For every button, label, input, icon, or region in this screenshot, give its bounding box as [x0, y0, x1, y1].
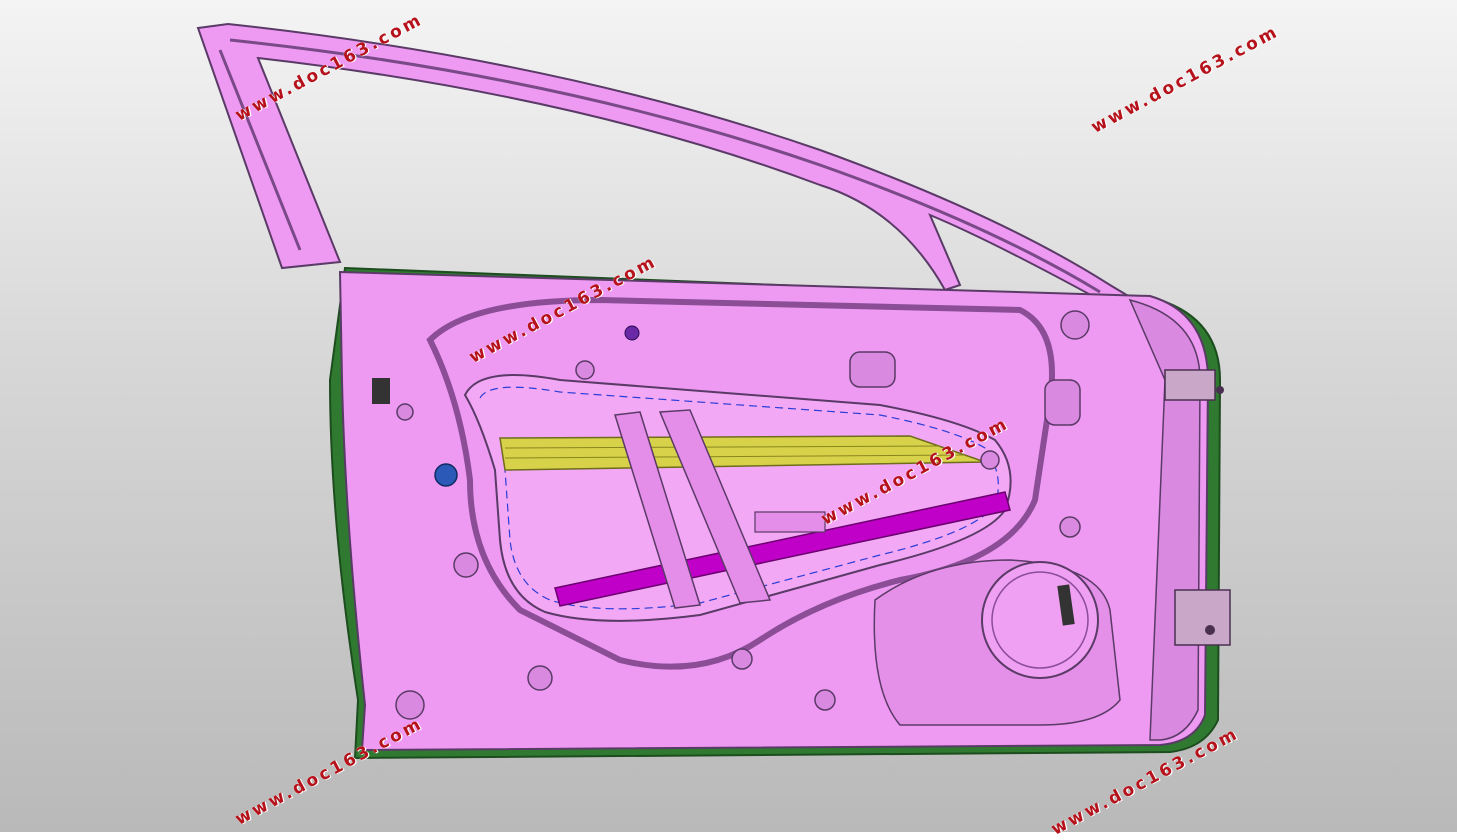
cad-viewport[interactable]: www.doc163.com www.doc163.com www.doc163…: [0, 0, 1457, 840]
window-frame-groove: [229, 38, 1101, 294]
speaker-hole: [981, 561, 1099, 679]
grille-slot: [372, 378, 390, 404]
latch-cutout: [1044, 379, 1081, 426]
purple-plug: [624, 325, 640, 341]
upper-hinge: [1164, 369, 1216, 401]
regulator-bracket: [754, 511, 826, 533]
blue-plug: [434, 463, 458, 487]
lower-hinge: [1174, 589, 1231, 646]
handle-pocket: [849, 351, 896, 388]
door-model[interactable]: [0, 0, 1457, 832]
